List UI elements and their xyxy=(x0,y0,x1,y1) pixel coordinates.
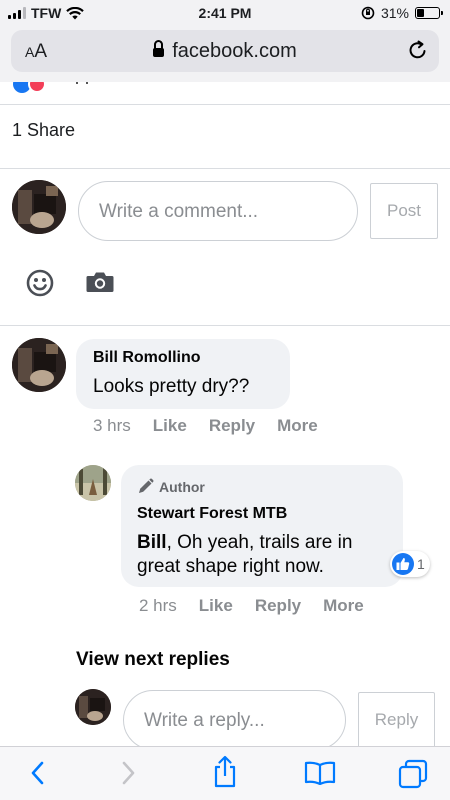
reaction-count: 1 xyxy=(417,556,425,572)
reaction-badge[interactable]: 1 xyxy=(390,551,430,577)
reply-body: , Oh yeah, trails are in great shape rig… xyxy=(137,532,353,577)
battery-group: 31% xyxy=(361,5,443,21)
user-avatar xyxy=(75,689,111,725)
reply-text: Bill, Oh yeah, trails are in great shape… xyxy=(137,531,395,579)
like-button[interactable]: Like xyxy=(199,596,233,616)
url-label: facebook.com xyxy=(172,40,297,62)
mention-link[interactable]: Bill xyxy=(137,532,167,553)
reply-timestamp[interactable]: 2 hrs xyxy=(139,596,177,616)
battery-percent: 31% xyxy=(380,5,409,21)
commenter-avatar[interactable] xyxy=(12,338,66,392)
pencil-icon xyxy=(139,478,154,493)
like-button[interactable]: Like xyxy=(153,416,187,436)
status-bar: TFW 2:41 PM 31% xyxy=(0,0,450,26)
lock-icon xyxy=(153,40,165,58)
reply-bubble: Author Stewart Forest MTB Bill, Oh yeah,… xyxy=(121,465,403,587)
reply-button[interactable]: Reply xyxy=(209,416,255,436)
divider xyxy=(0,325,450,326)
reaction-summary[interactable] xyxy=(0,82,450,104)
author-badge-label: Author xyxy=(159,478,205,495)
browser-address-area: AA facebook.com xyxy=(0,26,450,82)
battery-icon xyxy=(415,7,443,19)
comment-input[interactable]: Write a comment... xyxy=(78,181,358,241)
forward-icon[interactable] xyxy=(118,759,138,787)
browser-toolbar xyxy=(0,746,450,800)
love-reaction-icon xyxy=(28,82,46,93)
tabs-icon[interactable] xyxy=(398,759,428,789)
author-badge: Author xyxy=(137,478,205,495)
address-bar[interactable]: AA facebook.com xyxy=(11,30,439,72)
comment-author[interactable]: Bill Romollino xyxy=(93,349,201,367)
divider xyxy=(0,168,450,169)
orientation-lock-icon xyxy=(361,6,375,20)
divider xyxy=(0,104,450,105)
post-button[interactable]: Post xyxy=(370,183,438,239)
more-button[interactable]: More xyxy=(323,596,364,616)
comment-placeholder: Write a comment... xyxy=(99,201,259,222)
reply-placeholder: Write a reply... xyxy=(144,710,265,731)
share-count[interactable]: 1 Share xyxy=(12,120,75,141)
bookmarks-icon[interactable] xyxy=(304,761,336,785)
share-icon[interactable] xyxy=(211,755,239,789)
reply-input[interactable]: Write a reply... xyxy=(123,690,346,750)
reply-button[interactable]: Reply xyxy=(255,596,301,616)
reaction-count-fragment xyxy=(76,82,88,84)
comment-timestamp[interactable]: 3 hrs xyxy=(93,416,131,436)
url-display[interactable]: facebook.com xyxy=(11,40,439,63)
back-icon[interactable] xyxy=(28,759,48,787)
page-avatar[interactable] xyxy=(75,465,111,501)
more-button[interactable]: More xyxy=(277,416,318,436)
view-next-replies-link[interactable]: View next replies xyxy=(76,649,230,671)
comment-actions: 3 hrs Like Reply More xyxy=(93,416,318,436)
reply-submit-button[interactable]: Reply xyxy=(358,692,435,748)
thumbs-up-icon xyxy=(392,553,414,575)
smiley-icon[interactable] xyxy=(26,269,54,297)
comment-bubble: Bill Romollino Looks pretty dry?? xyxy=(76,339,290,409)
reply-actions: 2 hrs Like Reply More xyxy=(139,596,364,616)
user-avatar xyxy=(12,180,66,234)
comment-text: Looks pretty dry?? xyxy=(93,376,250,397)
reply-author[interactable]: Stewart Forest MTB xyxy=(137,505,287,523)
camera-icon[interactable] xyxy=(86,271,114,293)
reload-icon[interactable] xyxy=(407,39,429,61)
